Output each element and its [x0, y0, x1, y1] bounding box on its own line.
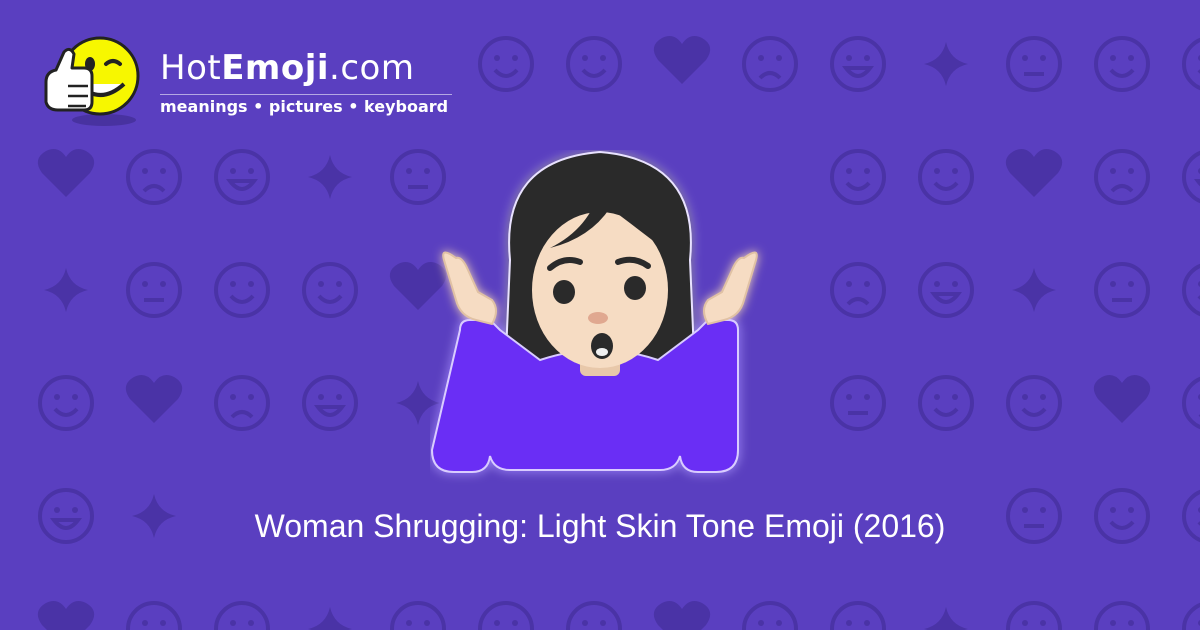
pattern-emoji — [653, 601, 711, 630]
pattern-emoji — [1094, 36, 1150, 92]
pattern-emoji — [1094, 262, 1150, 318]
pattern-emoji — [1094, 149, 1150, 205]
pattern-emoji — [37, 149, 95, 197]
pattern-emoji — [214, 149, 270, 205]
brand-divider — [160, 94, 452, 95]
pattern-emoji — [830, 601, 886, 630]
brand-name: HotEmoji.com — [160, 48, 415, 88]
pattern-emoji — [830, 262, 886, 318]
pattern-emoji — [1012, 268, 1056, 312]
pattern-emoji — [125, 375, 183, 423]
pattern-emoji — [1182, 37, 1200, 91]
thumbs-up-smiley-icon — [44, 36, 140, 126]
pattern-emoji — [918, 149, 974, 205]
pattern-emoji — [478, 36, 534, 92]
pattern-emoji — [37, 601, 95, 630]
pattern-emoji — [1093, 375, 1151, 423]
site-logo[interactable]: HotEmoji.com meanings • pictures • keybo… — [38, 34, 468, 130]
pattern-emoji — [390, 601, 446, 630]
pattern-emoji — [742, 601, 798, 630]
pattern-emoji — [126, 262, 182, 318]
pattern-emoji — [830, 36, 886, 92]
pattern-emoji — [830, 375, 886, 431]
pattern-emoji — [308, 155, 352, 199]
pattern-emoji — [478, 601, 534, 630]
pattern-emoji — [38, 375, 94, 431]
pattern-emoji — [1006, 601, 1062, 630]
pattern-emoji — [1182, 150, 1200, 204]
pattern-emoji — [830, 149, 886, 205]
pattern-emoji — [308, 607, 352, 630]
pattern-emoji — [214, 601, 270, 630]
pattern-emoji — [924, 42, 968, 86]
pattern-emoji — [566, 601, 622, 630]
pattern-emoji — [918, 375, 974, 431]
pattern-emoji — [302, 375, 358, 431]
pattern-emoji — [126, 601, 182, 630]
pattern-emoji — [566, 36, 622, 92]
emoji-title: Woman Shrugging: Light Skin Tone Emoji (… — [254, 508, 946, 544]
pattern-emoji — [214, 375, 270, 431]
pattern-emoji — [742, 36, 798, 92]
brand-tagline: meanings • pictures • keyboard — [160, 97, 449, 116]
pattern-emoji — [1005, 149, 1063, 197]
pattern-emoji — [214, 262, 270, 318]
pattern-emoji — [918, 262, 974, 318]
pattern-emoji — [1006, 375, 1062, 431]
pattern-emoji — [126, 149, 182, 205]
pattern-emoji — [653, 36, 711, 84]
woman-shrugging-light-skin-tone-icon — [430, 150, 758, 473]
pattern-emoji — [1006, 36, 1062, 92]
pattern-emoji — [1182, 376, 1200, 430]
pattern-emoji — [924, 607, 968, 630]
pattern-emoji — [44, 268, 88, 312]
pattern-emoji — [1094, 601, 1150, 630]
pattern-emoji — [1182, 602, 1200, 630]
pattern-emoji — [302, 262, 358, 318]
pattern-emoji — [1182, 263, 1200, 317]
